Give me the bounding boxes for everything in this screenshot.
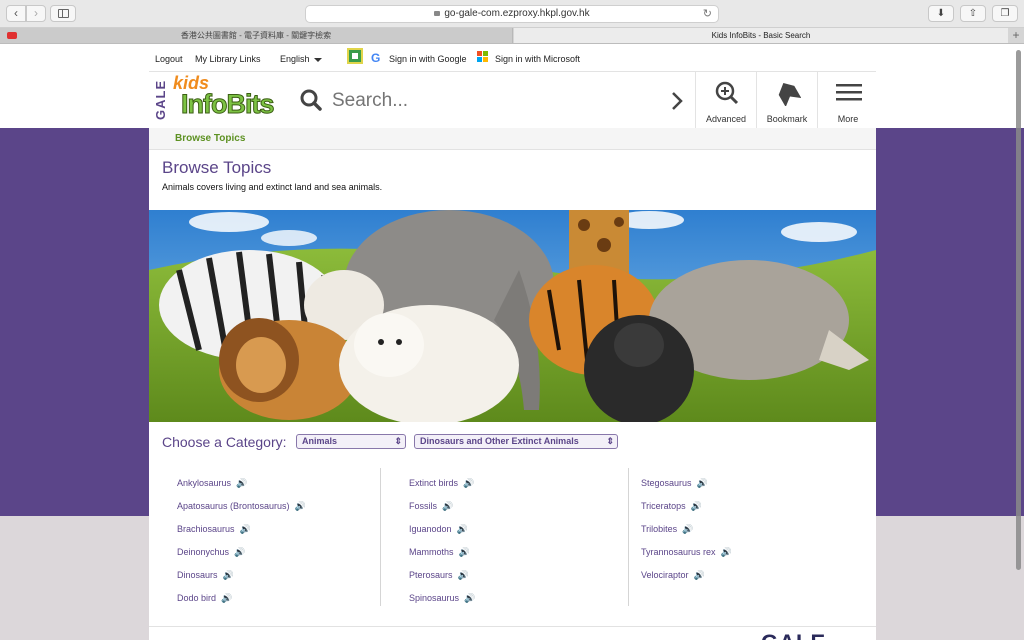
- speaker-icon[interactable]: 🔊: [236, 478, 247, 489]
- topic-column-3: Stegosaurus 🔊 Triceratops 🔊 Trilobites 🔊 Ty…: [629, 468, 861, 606]
- topic-link[interactable]: Fossils 🔊: [409, 501, 453, 512]
- back-button[interactable]: ‹: [6, 5, 26, 22]
- tab-hkpl[interactable]: 香港公共圖書館 - 電子資料庫 - 關鍵字檢索: [0, 28, 513, 43]
- speaker-icon[interactable]: 🔊: [464, 593, 475, 604]
- page-title: Browse Topics: [162, 158, 272, 177]
- advanced-search-button[interactable]: Advanced: [695, 72, 756, 129]
- google-signin-link[interactable]: Sign in with Google: [389, 54, 467, 64]
- topic-link[interactable]: Pterosaurs 🔊: [409, 570, 469, 581]
- speaker-icon[interactable]: 🔊: [691, 501, 702, 512]
- primary-category-select[interactable]: Animals: [296, 434, 406, 449]
- category-label: Choose a Category:: [162, 434, 287, 450]
- share-button[interactable]: ⇧: [960, 5, 986, 22]
- utility-bar: Logout My Library Links English G Sign i…: [149, 44, 876, 71]
- logout-link[interactable]: Logout: [155, 54, 183, 64]
- topic-link[interactable]: Mammoths 🔊: [409, 547, 470, 558]
- bookmark-button[interactable]: Bookmark: [756, 72, 817, 129]
- topic-link[interactable]: Trilobites 🔊: [641, 524, 693, 535]
- lock-icon: [434, 11, 441, 16]
- gale-footer-logo: GALE: [761, 630, 826, 640]
- browser-toolbar: ‹ › go-gale-com.ezproxy.hkpl.gov.hk ↻ ⬇ …: [0, 0, 1024, 28]
- topic-link[interactable]: Velociraptor 🔊: [641, 570, 705, 581]
- tab-label: 香港公共圖書館 - 電子資料庫 - 關鍵字檢索: [180, 31, 332, 40]
- footer-divider: [149, 626, 876, 627]
- topic-link[interactable]: Stegosaurus 🔊: [641, 478, 708, 489]
- reload-icon[interactable]: ↻: [703, 6, 712, 22]
- bookmark-icon: [778, 82, 801, 106]
- hamburger-icon: [836, 84, 862, 101]
- topic-link[interactable]: Deinonychus 🔊: [177, 547, 245, 558]
- youtube-favicon-icon: [7, 32, 17, 39]
- topic-link[interactable]: Triceratops 🔊: [641, 501, 702, 512]
- tab-infobits[interactable]: Kids InfoBits - Basic Search: [514, 28, 1008, 43]
- language-select[interactable]: English: [280, 54, 322, 64]
- speaker-icon[interactable]: 🔊: [457, 524, 468, 535]
- speaker-icon[interactable]: 🔊: [442, 501, 453, 512]
- address-bar[interactable]: go-gale-com.ezproxy.hkpl.gov.hk ↻: [305, 5, 719, 23]
- speaker-icon[interactable]: 🔊: [223, 570, 234, 581]
- forward-button[interactable]: ›: [26, 5, 46, 22]
- secondary-category-select[interactable]: Dinosaurs and Other Extinct Animals: [414, 434, 618, 449]
- speaker-icon[interactable]: 🔊: [697, 478, 708, 489]
- page-description: Animals covers living and extinct land a…: [162, 182, 383, 192]
- speaker-icon[interactable]: 🔊: [682, 524, 693, 535]
- microsoft-icon: [477, 51, 489, 63]
- breadcrumb[interactable]: Browse Topics: [149, 128, 876, 150]
- microsoft-signin-link[interactable]: Sign in with Microsoft: [495, 54, 580, 64]
- chevron-right-icon[interactable]: [667, 90, 687, 112]
- topic-link[interactable]: Brachiosaurus 🔊: [177, 524, 251, 535]
- speaker-icon[interactable]: 🔊: [459, 547, 470, 558]
- speaker-icon[interactable]: 🔊: [721, 547, 732, 558]
- speaker-icon[interactable]: 🔊: [221, 593, 232, 604]
- site-header: GALE kids InfoBits Advanced: [149, 71, 878, 129]
- topic-link[interactable]: Spinosaurus 🔊: [409, 593, 475, 604]
- tab-label: Kids InfoBits - Basic Search: [711, 31, 811, 40]
- google-icon: G: [371, 51, 381, 65]
- search-icon: [300, 89, 322, 111]
- zoom-in-icon: [715, 81, 739, 105]
- topic-link[interactable]: Extinct birds 🔊: [409, 478, 474, 489]
- topic-link[interactable]: Iguanodon 🔊: [409, 524, 468, 535]
- speaker-icon[interactable]: 🔊: [240, 524, 251, 535]
- topic-link[interactable]: Ankylosaurus 🔊: [177, 478, 247, 489]
- sidebar-icon: [58, 9, 69, 18]
- library-links-link[interactable]: My Library Links: [195, 54, 261, 64]
- gale-logo-text: GALE: [153, 79, 168, 120]
- topic-link[interactable]: Dodo bird 🔊: [177, 593, 232, 604]
- tab-bar: 香港公共圖書館 - 電子資料庫 - 關鍵字檢索 Kids InfoBits - …: [0, 28, 1024, 44]
- search-input[interactable]: [332, 88, 652, 114]
- tabs-overview-button[interactable]: ❐: [992, 5, 1018, 22]
- speaker-icon[interactable]: 🔊: [463, 478, 474, 489]
- url-text: go-gale-com.ezproxy.hkpl.gov.hk: [444, 8, 590, 19]
- search-bar: [292, 72, 695, 129]
- speaker-icon[interactable]: 🔊: [458, 570, 469, 581]
- topic-column-1: Ankylosaurus 🔊 Apatosaurus (Brontosaurus)…: [149, 468, 381, 606]
- topic-link[interactable]: Apatosaurus (Brontosaurus) 🔊: [177, 501, 306, 512]
- page-scrollbar[interactable]: [1016, 50, 1021, 570]
- topic-column-2: Extinct birds 🔊 Fossils 🔊 Iguanodon 🔊 Mammo…: [397, 468, 629, 606]
- speaker-icon[interactable]: 🔊: [234, 547, 245, 558]
- animals-hero-image: [149, 210, 876, 422]
- main-content: Browse Topics Browse Topics Animals cove…: [149, 128, 876, 640]
- page-viewport: Logout My Library Links English G Sign i…: [0, 44, 1024, 640]
- more-menu-button[interactable]: More: [817, 72, 878, 129]
- chevron-down-icon: [313, 57, 322, 62]
- new-tab-button[interactable]: +: [1008, 28, 1024, 43]
- downloads-button[interactable]: ⬇: [928, 5, 954, 22]
- infobits-logo-text: InfoBits: [181, 89, 275, 120]
- speaker-icon[interactable]: 🔊: [694, 570, 705, 581]
- library-login-icon[interactable]: [347, 48, 363, 64]
- sidebar-toggle-button[interactable]: [50, 5, 76, 22]
- topic-link[interactable]: Tyrannosaurus rex 🔊: [641, 547, 732, 558]
- topic-link[interactable]: Dinosaurs 🔊: [177, 570, 234, 581]
- speaker-icon[interactable]: 🔊: [295, 501, 306, 512]
